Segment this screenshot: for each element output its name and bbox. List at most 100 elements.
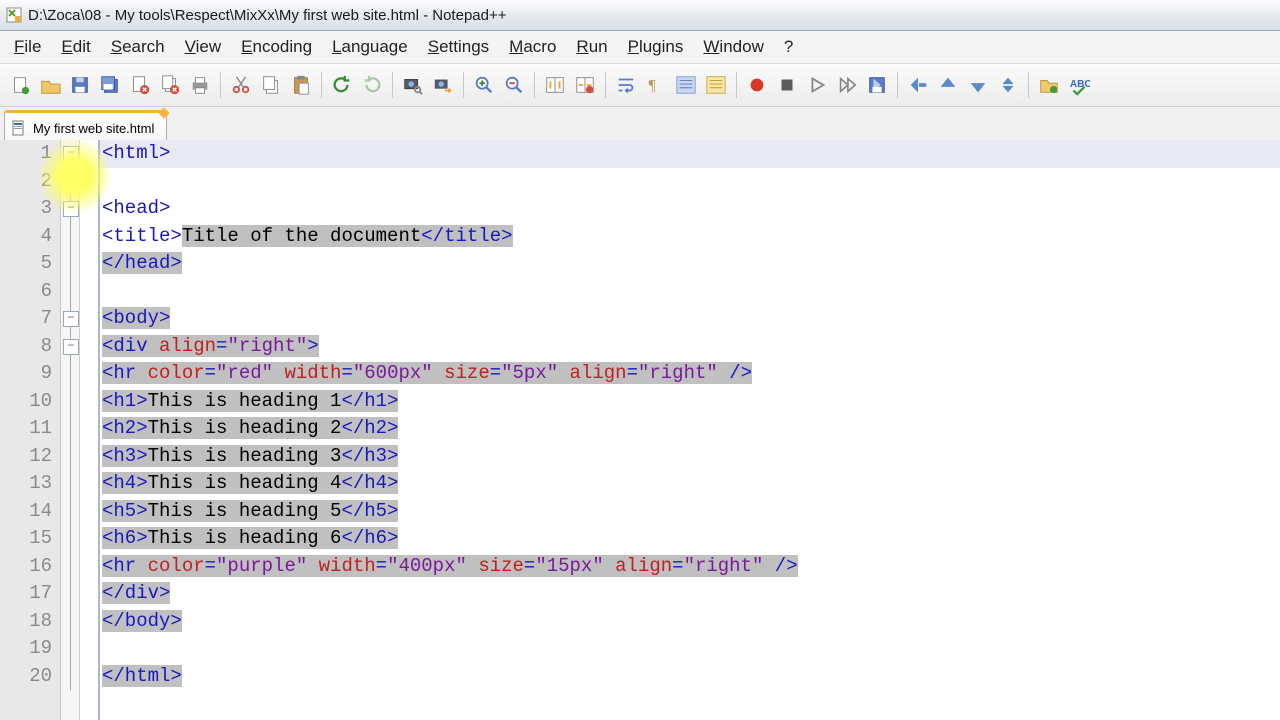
- open-file-icon[interactable]: [36, 71, 64, 99]
- line-number: 10: [0, 388, 60, 416]
- tab-file[interactable]: My first web site.html: [4, 110, 167, 143]
- menu-search[interactable]: Search: [101, 31, 175, 63]
- toolbar-separator: [1028, 72, 1029, 98]
- save-icon[interactable]: [66, 71, 94, 99]
- fold-marker[interactable]: −: [63, 311, 79, 327]
- close-all-icon[interactable]: [156, 71, 184, 99]
- toolbar-separator: [605, 72, 606, 98]
- line-number: 13: [0, 470, 60, 498]
- menu-language[interactable]: Language: [322, 31, 418, 63]
- code-line[interactable]: </html>: [100, 663, 1280, 691]
- code-line[interactable]: <h1>This is heading 1</h1>: [100, 388, 1280, 416]
- menu-view[interactable]: View: [175, 31, 232, 63]
- code-line[interactable]: [100, 168, 1280, 196]
- menu-help[interactable]: ?: [774, 31, 803, 63]
- toolbar-separator: [220, 72, 221, 98]
- line-number-gutter: 1234567891011121314151617181920: [0, 140, 61, 720]
- menu-settings[interactable]: Settings: [418, 31, 499, 63]
- code-line[interactable]: <h4>This is heading 4</h4>: [100, 470, 1280, 498]
- code-line[interactable]: </body>: [100, 608, 1280, 636]
- window-title: D:\Zoca\08 - My tools\Respect\MixXx\My f…: [28, 7, 507, 24]
- up-icon[interactable]: [934, 71, 962, 99]
- folder-icon[interactable]: [1035, 71, 1063, 99]
- sync-h-icon[interactable]: [571, 71, 599, 99]
- code-line[interactable]: <hr color="purple" width="400px" size="1…: [100, 553, 1280, 581]
- code-line[interactable]: <title>Title of the document</title>: [100, 223, 1280, 251]
- copy-icon[interactable]: [257, 71, 285, 99]
- save-all-icon[interactable]: [96, 71, 124, 99]
- tab-modified-icon: [159, 107, 170, 118]
- line-number: 1: [0, 140, 60, 168]
- zoom-in-icon[interactable]: [470, 71, 498, 99]
- find-icon[interactable]: [399, 71, 427, 99]
- line-number: 20: [0, 663, 60, 691]
- play-multi-icon[interactable]: [833, 71, 861, 99]
- code-line[interactable]: </head>: [100, 250, 1280, 278]
- code-area[interactable]: <html> <head><title>Title of the document…: [100, 140, 1280, 720]
- menu-file[interactable]: File: [4, 31, 51, 63]
- line-number: 2: [0, 168, 60, 196]
- line-number: 11: [0, 415, 60, 443]
- save-macro-icon[interactable]: [863, 71, 891, 99]
- menu-macro[interactable]: Macro: [499, 31, 566, 63]
- marker-column: [80, 140, 100, 720]
- paste-icon[interactable]: [287, 71, 315, 99]
- fold-marker[interactable]: −: [63, 339, 79, 355]
- menubar: FileEditSearchViewEncodingLanguageSettin…: [0, 31, 1280, 64]
- toolbar-separator: [534, 72, 535, 98]
- new-file-icon[interactable]: [6, 71, 34, 99]
- menu-edit[interactable]: Edit: [51, 31, 100, 63]
- all-chars-icon[interactable]: ¶: [642, 71, 670, 99]
- menu-encoding[interactable]: Encoding: [231, 31, 322, 63]
- code-line[interactable]: <div align="right">: [100, 333, 1280, 361]
- tabbar: My first web site.html: [0, 107, 1280, 144]
- outdent-icon[interactable]: [904, 71, 932, 99]
- app-icon: [6, 7, 22, 23]
- spellcheck-icon[interactable]: ABC: [1065, 71, 1093, 99]
- replace-icon[interactable]: [429, 71, 457, 99]
- line-number: 8: [0, 333, 60, 361]
- svg-text:ABC: ABC: [1070, 79, 1090, 90]
- file-icon: [11, 120, 27, 136]
- code-line[interactable]: <hr color="red" width="600px" size="5px"…: [100, 360, 1280, 388]
- code-line[interactable]: <head>: [100, 195, 1280, 223]
- fold-marker[interactable]: −: [63, 146, 79, 162]
- toolbar-separator: [897, 72, 898, 98]
- menu-window[interactable]: Window: [693, 31, 773, 63]
- line-number: 6: [0, 278, 60, 306]
- lang-icon[interactable]: [702, 71, 730, 99]
- menu-plugins[interactable]: Plugins: [618, 31, 694, 63]
- redo-icon[interactable]: [358, 71, 386, 99]
- line-number: 17: [0, 580, 60, 608]
- print-icon[interactable]: [186, 71, 214, 99]
- record-icon[interactable]: [743, 71, 771, 99]
- zoom-out-icon[interactable]: [500, 71, 528, 99]
- toolbar-separator: [321, 72, 322, 98]
- undo-icon[interactable]: [328, 71, 356, 99]
- code-line[interactable]: <h3>This is heading 3</h3>: [100, 443, 1280, 471]
- code-line[interactable]: <html>: [100, 140, 1280, 168]
- indent-guide-icon[interactable]: [672, 71, 700, 99]
- code-line[interactable]: </div>: [100, 580, 1280, 608]
- code-line[interactable]: <h2>This is heading 2</h2>: [100, 415, 1280, 443]
- code-line[interactable]: [100, 278, 1280, 306]
- line-number: 5: [0, 250, 60, 278]
- close-icon[interactable]: [126, 71, 154, 99]
- sync-v-icon[interactable]: [541, 71, 569, 99]
- fold-marker[interactable]: −: [63, 201, 79, 217]
- sort-icon[interactable]: [994, 71, 1022, 99]
- code-line[interactable]: <h5>This is heading 5</h5>: [100, 498, 1280, 526]
- toolbar-separator: [463, 72, 464, 98]
- wordwrap-icon[interactable]: [612, 71, 640, 99]
- cut-icon[interactable]: [227, 71, 255, 99]
- play-icon[interactable]: [803, 71, 831, 99]
- code-line[interactable]: <h6>This is heading 6</h6>: [100, 525, 1280, 553]
- editor: 1234567891011121314151617181920 −−−− <ht…: [0, 140, 1280, 720]
- down-icon[interactable]: [964, 71, 992, 99]
- code-line[interactable]: <body>: [100, 305, 1280, 333]
- menu-run[interactable]: Run: [566, 31, 617, 63]
- line-number: 19: [0, 635, 60, 663]
- code-line[interactable]: [100, 635, 1280, 663]
- stop-icon[interactable]: [773, 71, 801, 99]
- line-number: 12: [0, 443, 60, 471]
